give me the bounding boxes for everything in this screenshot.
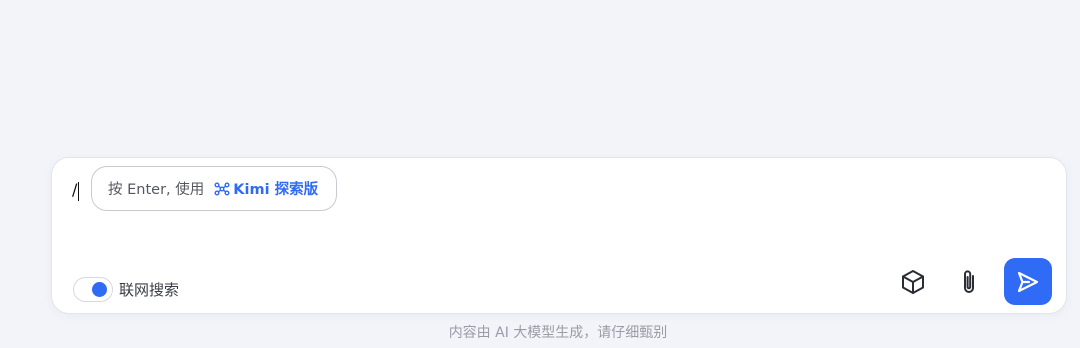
- web-search-toggle[interactable]: 联网搜索: [73, 277, 179, 302]
- message-input[interactable]: /: [72, 180, 77, 200]
- chat-composer: / 按 Enter, 使用 Kimi 探索版 联网搜索: [51, 157, 1067, 314]
- send-button[interactable]: [1004, 258, 1052, 305]
- attach-button[interactable]: [949, 262, 989, 302]
- toggle-track[interactable]: [73, 277, 113, 302]
- network-icon: [214, 182, 230, 195]
- paperclip-icon: [964, 270, 974, 293]
- toggle-knob: [92, 282, 107, 297]
- web-search-label: 联网搜索: [119, 281, 180, 299]
- tools-button[interactable]: [893, 262, 933, 302]
- send-icon: [1017, 271, 1039, 292]
- text-caret: [78, 182, 79, 201]
- cube-icon: [902, 270, 924, 294]
- explore-mode-link[interactable]: Kimi 探索版: [214, 178, 318, 199]
- explore-mode-name: Kimi 探索版: [233, 182, 319, 198]
- explore-mode-hint[interactable]: 按 Enter, 使用 Kimi 探索版: [91, 166, 337, 211]
- hint-prefix: 按 Enter, 使用: [108, 182, 205, 198]
- ai-disclaimer: 内容由 AI 大模型生成，请仔细甄别: [448, 325, 668, 341]
